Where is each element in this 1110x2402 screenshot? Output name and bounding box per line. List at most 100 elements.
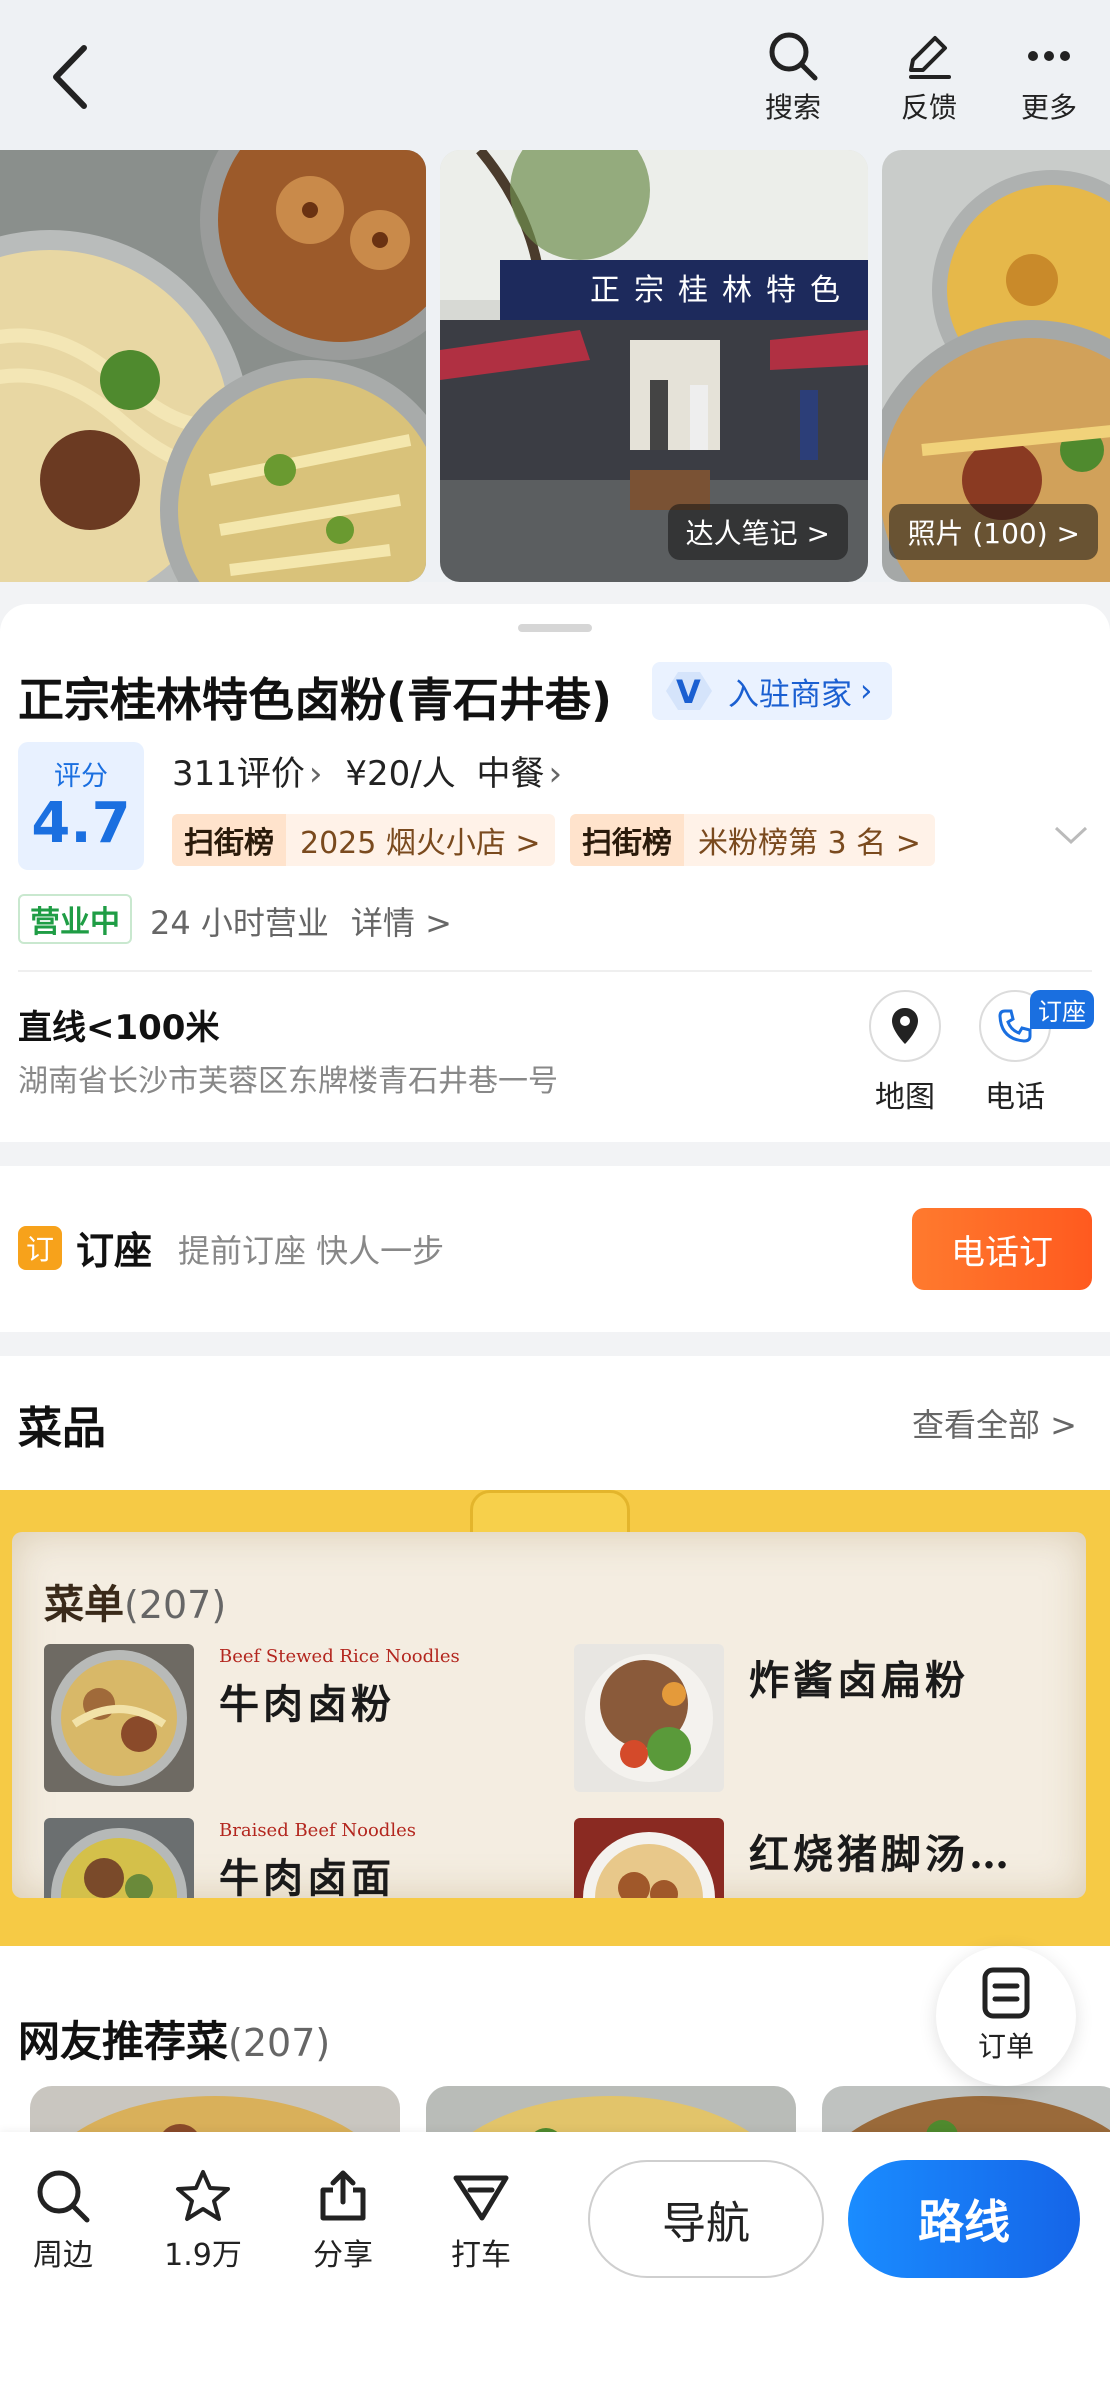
dish-photo[interactable]: 照片 (100) > bbox=[882, 150, 1110, 582]
feedback-label: 反馈 bbox=[900, 91, 957, 124]
booking-title: 订座 bbox=[76, 1229, 153, 1273]
order-label: 订单 bbox=[977, 2030, 1034, 2063]
dish-thumbnail bbox=[574, 1644, 724, 1792]
seat-booking-flag: 订座 bbox=[1030, 990, 1094, 1029]
share-label: 分享 bbox=[313, 2238, 373, 2273]
storefront-sign: 正宗桂林特色 bbox=[590, 273, 854, 308]
menu-item[interactable]: Beef Stewed Rice Noodles 牛肉卤粉 bbox=[44, 1644, 544, 1794]
dish-english-name: Beef Stewed Rice Noodles bbox=[219, 1646, 460, 1667]
reviews-link[interactable]: 311评价 bbox=[172, 754, 305, 794]
map-label: 地图 bbox=[875, 1080, 935, 1115]
open-status-badge: 营业中 bbox=[18, 894, 132, 944]
recommended-count: (207) bbox=[228, 2021, 331, 2065]
favorite-button[interactable]: 1.9万 bbox=[148, 2168, 258, 2274]
price-per-person: ¥20/人 bbox=[345, 754, 456, 794]
dish-chinese-name: 炸酱卤扁粉 bbox=[749, 1657, 969, 1704]
chevron-down-icon[interactable] bbox=[1054, 826, 1088, 846]
rank-logo: 扫街榜 bbox=[172, 814, 286, 866]
recommended-title-text: 网友推荐菜 bbox=[18, 2017, 229, 2066]
map-ring bbox=[869, 990, 941, 1062]
chevron-right-icon: › bbox=[860, 673, 873, 709]
favorite-count: 1.9万 bbox=[164, 2238, 242, 2273]
dishes-title: 菜品 bbox=[18, 1403, 106, 1454]
more-label: 更多 bbox=[1020, 91, 1077, 124]
dish-thumbnail bbox=[574, 1818, 724, 1898]
chevron-right-icon: › bbox=[308, 754, 323, 794]
drag-handle[interactable] bbox=[518, 624, 592, 632]
photos-count-tag[interactable]: 照片 (100) > bbox=[889, 504, 1098, 560]
menu-item[interactable]: 炸酱卤扁粉 bbox=[574, 1644, 1074, 1794]
merchant-badge[interactable]: V 入驻商家 › bbox=[652, 662, 893, 720]
order-list-icon bbox=[982, 1967, 1030, 2019]
nearby-search-icon bbox=[37, 2170, 90, 2223]
phone-label: 电话 bbox=[985, 1080, 1045, 1115]
route-button[interactable]: 路线 bbox=[848, 2160, 1080, 2278]
menu-label: 菜单(207) bbox=[44, 1572, 226, 1630]
back-button[interactable] bbox=[40, 42, 100, 112]
star-icon bbox=[176, 2170, 230, 2221]
shop-info-card: 正宗桂林特色卤粉(青石井巷) V 入驻商家 › 评分 4.7 311评价 › ¥2… bbox=[0, 604, 1110, 1142]
feedback-icon bbox=[909, 36, 951, 79]
map-button[interactable]: 地图 bbox=[850, 990, 960, 1116]
taxi-icon bbox=[453, 2175, 509, 2221]
hours-text: 24 小时营业 bbox=[150, 904, 329, 942]
bottom-action-bar: 周边 1.9万 分享 打车 导航 路线 bbox=[0, 2132, 1110, 2402]
share-icon bbox=[320, 2170, 366, 2221]
more-button[interactable]: 更多 bbox=[999, 30, 1099, 130]
rank-logo: 扫街榜 bbox=[570, 814, 684, 866]
navigation-button[interactable]: 导航 bbox=[588, 2160, 824, 2278]
score-value: 4.7 bbox=[31, 791, 131, 856]
recommended-dishes-title: 网友推荐菜(207) bbox=[18, 2008, 330, 2069]
rank-text: 2025 烟火小店 > bbox=[300, 826, 541, 861]
storefront-photo[interactable]: 正宗桂林特色 达人笔记 > bbox=[440, 150, 868, 582]
chevron-right-icon: › bbox=[548, 754, 563, 794]
booking-card: 订 订座 提前订座 快人一步 电话订 bbox=[0, 1166, 1110, 1332]
expert-notes-tag[interactable]: 达人笔记 > bbox=[667, 504, 848, 560]
distance-text: 直线<100米 bbox=[18, 1008, 220, 1048]
rank-chip-smoke-shop[interactable]: 扫街榜 2025 烟火小店 > bbox=[172, 814, 555, 866]
food-photo[interactable] bbox=[0, 150, 426, 582]
nearby-label: 周边 bbox=[33, 2238, 93, 2273]
menu-board[interactable]: 菜单(207) Beef Stewed Rice Noodles 牛肉卤粉 炸酱… bbox=[0, 1490, 1110, 1946]
nearby-button[interactable]: 周边 bbox=[8, 2168, 118, 2274]
business-hours: 24 小时营业 详情 > bbox=[150, 898, 452, 944]
more-icon bbox=[1028, 51, 1070, 61]
dish-thumbnail bbox=[44, 1644, 194, 1792]
verified-v-icon: V bbox=[666, 672, 712, 711]
address-text[interactable]: 湖南省长沙市芙蓉区东牌楼青石井巷一号 bbox=[18, 1056, 558, 1100]
merchant-badge-label: 入驻商家 bbox=[728, 676, 852, 713]
score-box[interactable]: 评分 4.7 bbox=[18, 742, 144, 870]
top-bar: 搜索 反馈 更多 bbox=[0, 0, 1110, 150]
meta-line: 311评价 › ¥20/人 中餐 › bbox=[172, 746, 574, 795]
booking-icon: 订 bbox=[18, 1226, 62, 1270]
rank-chip-rice-noodle[interactable]: 扫街榜 米粉榜第 3 名 > bbox=[570, 814, 935, 866]
menu-count: (207) bbox=[124, 1583, 227, 1627]
location-pin-icon bbox=[892, 1008, 918, 1044]
dish-thumbnail bbox=[44, 1818, 194, 1898]
search-button[interactable]: 搜索 bbox=[743, 30, 843, 130]
search-icon bbox=[769, 32, 818, 81]
share-button[interactable]: 分享 bbox=[288, 2168, 398, 2274]
phone-icon bbox=[998, 1009, 1032, 1043]
search-label: 搜索 bbox=[764, 91, 821, 124]
taxi-label: 打车 bbox=[451, 2238, 511, 2273]
category-link[interactable]: 中餐 bbox=[477, 754, 545, 794]
back-arrow-icon bbox=[53, 45, 87, 109]
hours-details-link[interactable]: 详情 > bbox=[351, 904, 452, 942]
menu-paper: 菜单(207) Beef Stewed Rice Noodles 牛肉卤粉 炸酱… bbox=[12, 1532, 1086, 1898]
dish-english-name: Braised Beef Noodles bbox=[219, 1820, 416, 1841]
dish-chinese-name: 红烧猪脚汤… bbox=[749, 1831, 1013, 1878]
phone-booking-button[interactable]: 电话订 bbox=[912, 1208, 1092, 1290]
rank-text: 米粉榜第 3 名 > bbox=[698, 826, 921, 861]
feedback-button[interactable]: 反馈 bbox=[879, 30, 979, 130]
order-button[interactable]: 订单 bbox=[936, 1946, 1076, 2086]
score-label: 评分 bbox=[54, 761, 108, 792]
menu-item[interactable]: 红烧猪脚汤… bbox=[574, 1818, 1074, 1898]
dish-chinese-name: 牛肉卤面 bbox=[219, 1855, 395, 1898]
photo-strip[interactable]: 正宗桂林特色 达人笔记 > 照片 (100) > bbox=[0, 150, 1110, 582]
dish-chinese-name: 牛肉卤粉 bbox=[219, 1681, 395, 1728]
shop-name: 正宗桂林特色卤粉(青石井巷) bbox=[18, 673, 613, 727]
see-all-link[interactable]: 查看全部 > bbox=[912, 1400, 1077, 1446]
menu-item[interactable]: Braised Beef Noodles 牛肉卤面 bbox=[44, 1818, 544, 1898]
taxi-button[interactable]: 打车 bbox=[426, 2168, 536, 2274]
